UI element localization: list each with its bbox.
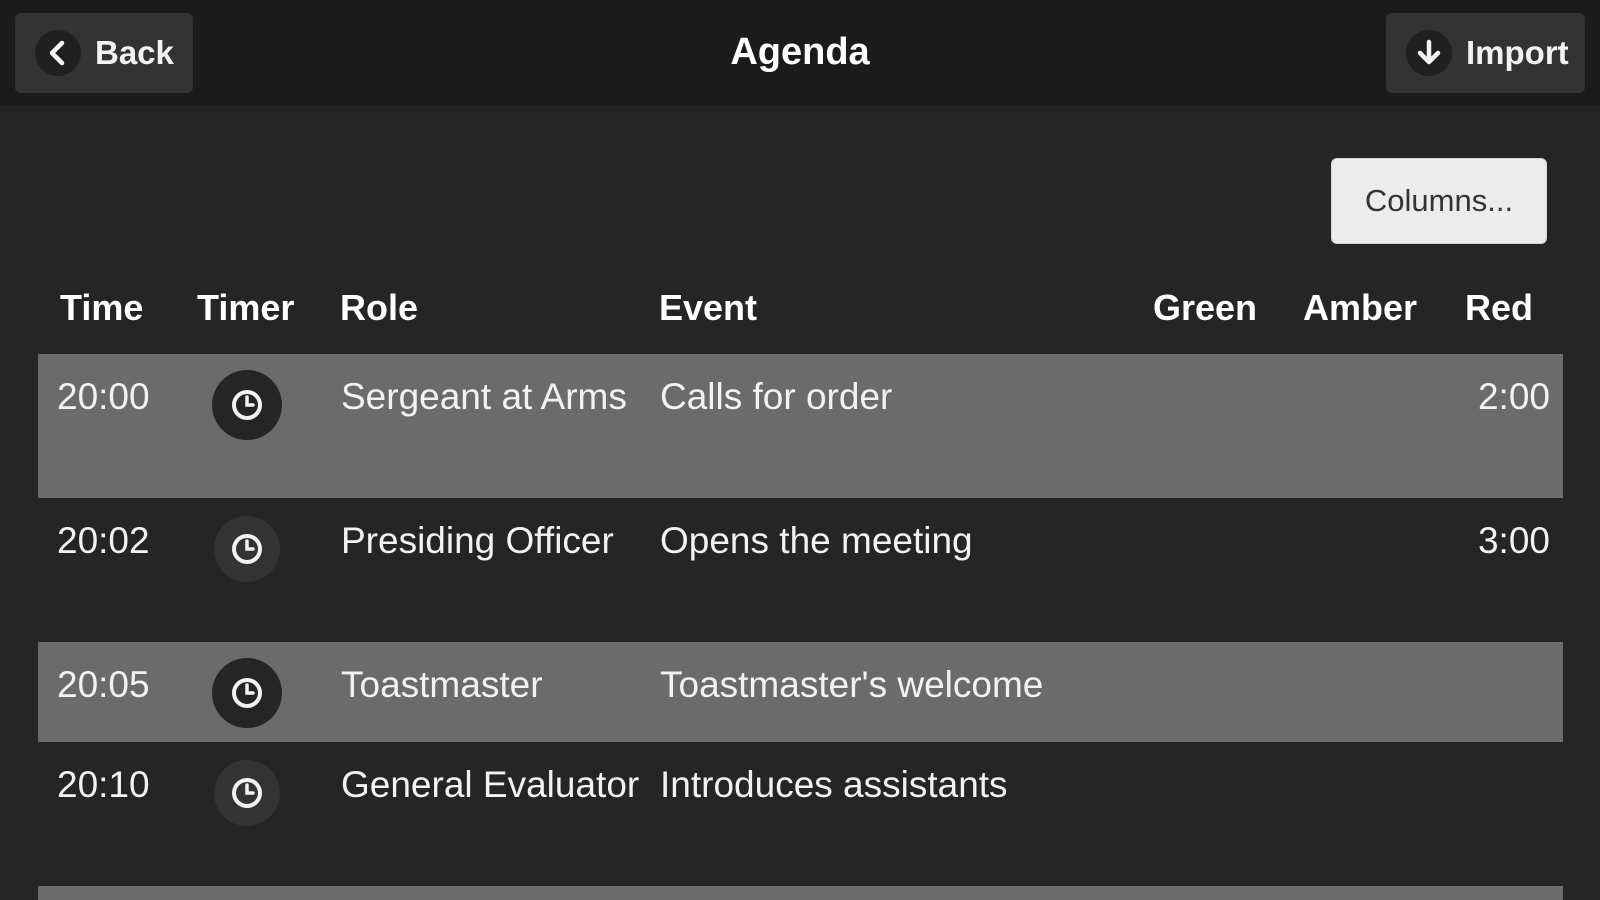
row-event: Introduces assistants [660,764,1008,805]
row-red: 3:00 [1477,520,1550,561]
import-button[interactable]: Import [1386,13,1585,93]
table-header: Time Timer Role Event Green Amber Red [0,280,1600,340]
columns-button[interactable]: Columns... [1331,158,1547,244]
column-header-time: Time [60,287,144,328]
table-row[interactable]: 20:00 Sergeant at Arms Calls for order 2… [38,354,1563,498]
row-role: Toastmaster [341,664,543,705]
page-title: Agenda [730,31,870,73]
row-event: Toastmaster's welcome [660,664,1044,705]
row-time: 20:00 [57,376,150,417]
import-label: Import [1466,34,1569,71]
row-time: 20:05 [57,664,150,705]
chevron-left-icon [35,30,81,76]
row-role: General Evaluator [341,764,640,805]
clock-icon[interactable] [212,658,282,728]
row-role: Sergeant at Arms [341,376,627,417]
column-header-amber: Amber [1303,287,1418,328]
row-red: 2:00 [1477,376,1550,417]
column-header-red: Red [1465,287,1534,328]
arrow-down-icon [1406,30,1452,76]
row-event: Opens the meeting [660,520,973,561]
top-bar: Agenda Back Import [0,0,1600,106]
clock-icon[interactable] [214,516,280,582]
column-header-role: Role [340,287,419,328]
agenda-page: Agenda Back Import Columns... Time Timer… [0,0,1600,900]
column-header-timer: Timer [197,287,295,328]
table-row[interactable]: 20:10 General Evaluator Introduces assis… [38,742,1563,886]
clock-icon[interactable] [212,370,282,440]
table-row[interactable] [38,886,1563,900]
row-role: Presiding Officer [341,520,614,561]
back-label: Back [95,34,174,71]
row-time: 20:02 [57,520,150,561]
row-time: 20:10 [57,764,150,805]
back-button[interactable]: Back [15,13,193,93]
column-header-event: Event [659,287,758,328]
clock-icon[interactable] [214,760,280,826]
row-event: Calls for order [660,376,893,417]
table-row[interactable]: 20:02 Presiding Officer Opens the meetin… [38,498,1563,642]
table-row[interactable]: 20:05 Toastmaster Toastmaster's welcome [38,642,1563,742]
column-header-green: Green [1153,287,1258,328]
